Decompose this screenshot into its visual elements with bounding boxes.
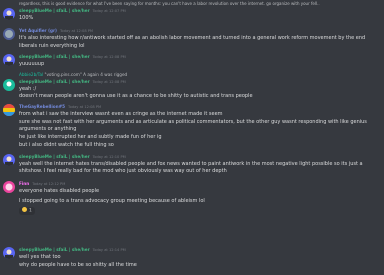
username[interactable]: sleepyBlueMe | sfaiL | she/her	[19, 54, 90, 59]
message-text: 100%	[19, 15, 34, 21]
avatar[interactable]	[3, 28, 15, 40]
message-text: why do people have to be so shitty all t…	[19, 262, 137, 268]
chat-view: regardless, this is good evidence for wh…	[0, 0, 384, 275]
username[interactable]: Yet Aquifier (gr)	[19, 28, 57, 33]
username[interactable]: sleepyBlueMe | sfaiL | she/her	[19, 154, 90, 159]
timestamp: Today at 12:07 PM	[92, 9, 126, 13]
timestamp: Today at 12:08 PM	[92, 55, 126, 59]
username[interactable]: sleepyBlueMe | sfaiL | she/her	[19, 247, 90, 252]
timestamp: Today at 12:10 PM	[92, 155, 126, 159]
avatar[interactable]	[3, 154, 15, 166]
message-header: sleepyBlueMe | sfaiL | she/her Today at 1…	[19, 53, 126, 60]
message-text: regardless, this is good evidence for wh…	[19, 1, 320, 6]
avatar[interactable]	[3, 79, 15, 91]
avatar[interactable]	[3, 104, 15, 116]
message-text: sure she was not fast with her arguments…	[19, 119, 367, 132]
message-text: from what i saw the interview wasnt even…	[19, 111, 223, 117]
message-header: TheGayRebellion#5 Today at 12:08 PM	[19, 103, 101, 110]
message-header: sleepyBlueMe | sfaiL | she/her Today at 1…	[19, 7, 126, 14]
message-text: It's also interesting how r/antiwork sta…	[19, 35, 366, 41]
reply-preview[interactable]: Abbie2b/Tal "voting.pins.com" A again 4 …	[19, 71, 127, 78]
reaction-button[interactable]: 1	[19, 207, 35, 215]
timestamp: Today at 12:08 PM	[59, 29, 94, 33]
message-text: doesn't mean people aren't gonna use it …	[19, 93, 253, 99]
username[interactable]: TheGayRebellion#5	[19, 104, 65, 109]
reply-author[interactable]: Abbie2b/Tal	[19, 72, 43, 77]
timestamp: Today at 12:14 PM	[92, 248, 126, 252]
message-text: but i also didnt watch the full thing so	[19, 142, 114, 148]
message-text: everyone hates disabled people	[19, 188, 100, 194]
timestamp: Today at 12:08 PM	[68, 105, 102, 109]
avatar[interactable]	[3, 54, 15, 66]
message-text: I stopped going to a trans advocacy grou…	[19, 198, 205, 204]
timestamp: Today at 12:12 PM	[32, 182, 66, 186]
message-header: sleepyBlueMe | sfaiL | she/her Today at 1…	[19, 246, 126, 253]
username[interactable]: sleepyBlueMe | sfaiL | she/her	[19, 8, 90, 13]
message-text: liberals ruin everything lol	[19, 43, 85, 49]
avatar[interactable]	[3, 247, 15, 259]
avatar[interactable]	[3, 8, 15, 20]
message-text: yuuuuuup	[19, 61, 45, 67]
message-header: Finn Today at 12:12 PM	[19, 180, 65, 187]
message-header: Yet Aquifier (gr) Today at 12:08 PM	[19, 27, 93, 34]
reaction-count: 1	[29, 208, 32, 214]
message-text: yeah :/	[19, 86, 37, 92]
timestamp: Today at 12:08 PM	[92, 80, 126, 84]
message-text: yeah well the internet hates trans/disab…	[19, 161, 363, 174]
message-header: sleepyBlueMe | sfaiL | she/her Today at 1…	[19, 78, 126, 85]
username[interactable]: Finn	[19, 181, 29, 186]
message-text: well yes that too	[19, 254, 61, 260]
reply-text[interactable]: "voting.pins.com" A again 4 was rigged	[45, 72, 128, 77]
emoji-icon	[22, 207, 27, 212]
username[interactable]: sleepyBlueMe | sfaiL | she/her	[19, 79, 90, 84]
avatar[interactable]	[3, 181, 15, 193]
message-text: he just like interrupted her and subtly …	[19, 134, 162, 140]
message-header: sleepyBlueMe | sfaiL | she/her Today at 1…	[19, 153, 126, 160]
